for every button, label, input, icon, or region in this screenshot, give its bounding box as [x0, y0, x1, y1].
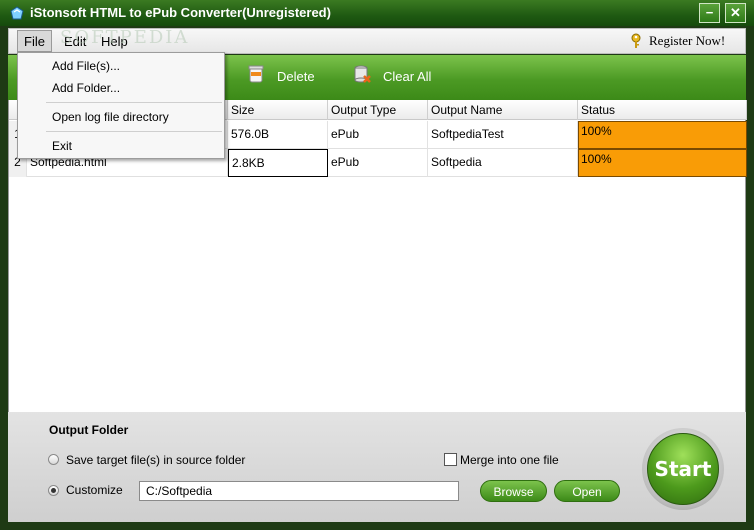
- cell-output-type: ePub: [328, 149, 428, 177]
- header-output-type[interactable]: Output Type: [328, 100, 428, 120]
- window-title: iStonsoft HTML to ePub Converter(Unregis…: [30, 5, 331, 20]
- cell-output-type: ePub: [328, 121, 428, 149]
- start-button[interactable]: Start: [647, 433, 719, 505]
- app-window: iStonsoft HTML to ePub Converter(Unregis…: [0, 0, 754, 530]
- output-folder-title: Output Folder: [49, 423, 129, 437]
- cell-status: 100%: [578, 149, 747, 177]
- menu-exit[interactable]: Exit: [52, 139, 72, 153]
- minimize-button[interactable]: −: [699, 3, 720, 23]
- merge-label[interactable]: Merge into one file: [460, 453, 559, 467]
- cell-output-name: Softpedia: [428, 149, 578, 177]
- key-icon: [631, 33, 641, 48]
- source-folder-label[interactable]: Save target file(s) in source folder: [66, 453, 245, 467]
- clear-all-label: Clear All: [383, 69, 432, 84]
- menu-add-folder[interactable]: Add Folder...: [52, 81, 120, 95]
- menu-separator: [46, 102, 222, 103]
- customize-radio[interactable]: [48, 485, 59, 496]
- start-button-ring: Start: [642, 428, 724, 510]
- header-output-name[interactable]: Output Name: [428, 100, 578, 120]
- file-menu-dropdown: Add File(s)... Add Folder... Open log fi…: [17, 52, 225, 159]
- output-path-input[interactable]: [139, 481, 459, 501]
- output-folder-panel: Output Folder Save target file(s) in sou…: [8, 412, 746, 522]
- browse-button[interactable]: Browse: [480, 480, 547, 502]
- app-icon: [10, 6, 24, 20]
- menu-file[interactable]: File: [17, 30, 52, 52]
- title-bar: iStonsoft HTML to ePub Converter(Unregis…: [0, 0, 754, 26]
- cell-size: 576.0B: [228, 121, 328, 149]
- menu-separator: [46, 131, 222, 132]
- menu-add-files[interactable]: Add File(s)...: [52, 59, 120, 73]
- menu-open-log-directory[interactable]: Open log file directory: [52, 110, 169, 124]
- customize-label[interactable]: Customize: [66, 483, 123, 497]
- register-now-link[interactable]: Register Now!: [649, 33, 725, 49]
- header-status[interactable]: Status: [578, 100, 747, 120]
- cell-size: 2.8KB: [228, 149, 328, 177]
- open-button[interactable]: Open: [554, 480, 620, 502]
- close-button[interactable]: ✕: [725, 3, 746, 23]
- cell-output-name: SoftpediaTest: [428, 121, 578, 149]
- header-size[interactable]: Size: [228, 100, 328, 120]
- delete-icon: [248, 65, 264, 83]
- softpedia-watermark: SOFTPEDIA: [60, 27, 190, 48]
- clear-all-icon: [354, 65, 371, 83]
- source-folder-radio[interactable]: [48, 454, 59, 465]
- cell-status: 100%: [578, 121, 747, 149]
- delete-label: Delete: [277, 69, 315, 84]
- merge-checkbox[interactable]: [444, 453, 457, 466]
